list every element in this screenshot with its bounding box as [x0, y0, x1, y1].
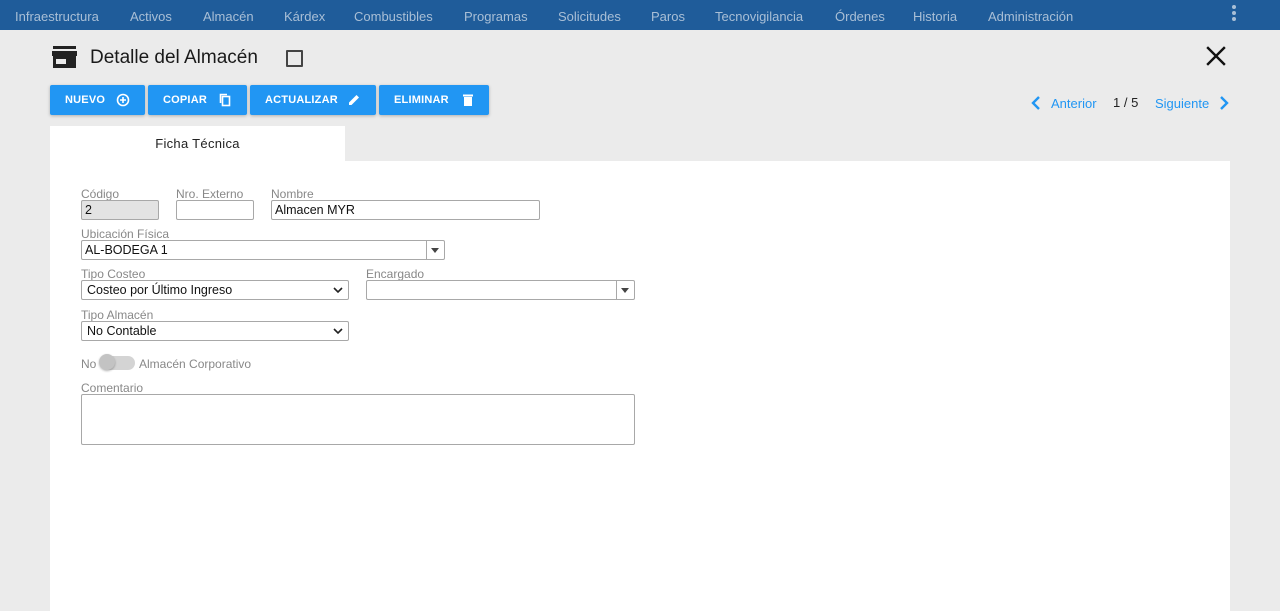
- copy-button[interactable]: COPIAR: [148, 85, 247, 115]
- record-position: 1 / 5: [1113, 95, 1139, 110]
- nav-item-tecnovigilancia[interactable]: Tecnovigilancia: [715, 0, 803, 30]
- combo-dropdown-icon[interactable]: [616, 281, 634, 299]
- comentario-textarea[interactable]: [81, 394, 635, 445]
- previous-record-link[interactable]: Anterior: [1051, 96, 1097, 111]
- nav-item-paros[interactable]: Paros: [651, 0, 685, 30]
- codigo-field: 2: [81, 200, 159, 220]
- nav-item-solicitudes[interactable]: Solicitudes: [558, 0, 621, 30]
- store-icon: [52, 46, 77, 68]
- copy-button-label: COPIAR: [163, 94, 207, 106]
- tab-ficha-tecnica[interactable]: Ficha Técnica: [50, 126, 345, 162]
- nav-item-combustibles[interactable]: Combustibles: [354, 0, 433, 30]
- tipo-costeo-value: Costeo por Último Ingreso: [87, 283, 233, 297]
- chevron-down-icon: [333, 287, 343, 294]
- corporativo-label: Almacén Corporativo: [139, 357, 252, 371]
- copy-icon: [219, 93, 231, 107]
- tipo-almacen-select[interactable]: No Contable: [81, 321, 349, 341]
- nav-item-infraestructura[interactable]: Infraestructura: [15, 0, 99, 30]
- new-button[interactable]: NUEVO: [50, 85, 145, 115]
- delete-button[interactable]: ELIMINAR: [379, 85, 489, 115]
- update-button-label: ACTUALIZAR: [265, 94, 338, 106]
- nav-item-historia[interactable]: Historia: [913, 0, 957, 30]
- nombre-label: Nombre: [271, 187, 314, 201]
- trash-icon: [463, 94, 473, 106]
- pencil-icon: [349, 95, 359, 105]
- nro-externo-field[interactable]: [176, 200, 254, 220]
- next-record-link[interactable]: Siguiente: [1155, 96, 1209, 111]
- ubicacion-combo[interactable]: AL-BODEGA 1: [81, 240, 445, 260]
- update-button[interactable]: ACTUALIZAR: [250, 85, 376, 115]
- nav-item-almacen[interactable]: Almacén: [203, 0, 254, 30]
- nombre-field[interactable]: Almacen MYR: [271, 200, 540, 220]
- tipo-almacen-label: Tipo Almacén: [81, 308, 154, 322]
- delete-button-label: ELIMINAR: [394, 94, 449, 106]
- combo-dropdown-icon[interactable]: [426, 241, 444, 259]
- corporativo-toggle[interactable]: [99, 354, 135, 370]
- add-circle-icon: [116, 93, 130, 107]
- tipo-costeo-label: Tipo Costeo: [81, 267, 146, 281]
- nav-item-programas[interactable]: Programas: [464, 0, 528, 30]
- more-options-icon[interactable]: [1226, 5, 1242, 23]
- encargado-combo[interactable]: [366, 280, 635, 300]
- toggle-state-text: No: [81, 357, 97, 371]
- tipo-almacen-value: No Contable: [87, 324, 157, 338]
- nav-item-ordenes[interactable]: Órdenes: [835, 0, 885, 30]
- ubicacion-label: Ubicación Física: [81, 227, 170, 241]
- codigo-label: Código: [81, 187, 120, 201]
- title-checkbox[interactable]: [286, 50, 303, 67]
- new-button-label: NUEVO: [65, 94, 106, 106]
- nav-item-activos[interactable]: Activos: [130, 0, 172, 30]
- chevron-right-icon[interactable]: [1218, 95, 1230, 111]
- chevron-down-icon: [333, 328, 343, 335]
- page-title: Detalle del Almacén: [90, 47, 258, 68]
- close-icon[interactable]: [1205, 45, 1227, 67]
- nro-externo-label: Nro. Externo: [176, 187, 244, 201]
- comentario-label: Comentario: [81, 381, 144, 395]
- tipo-costeo-select[interactable]: Costeo por Último Ingreso: [81, 280, 349, 300]
- chevron-left-icon[interactable]: [1030, 95, 1042, 111]
- nav-item-kardex[interactable]: Kárdex: [284, 0, 325, 30]
- nav-item-administracion[interactable]: Administración: [988, 0, 1073, 30]
- form-panel: [50, 161, 1230, 611]
- ubicacion-value: AL-BODEGA 1: [85, 243, 168, 257]
- top-nav: Infraestructura Activos Almacén Kárdex C…: [0, 0, 1280, 30]
- encargado-label: Encargado: [366, 267, 425, 281]
